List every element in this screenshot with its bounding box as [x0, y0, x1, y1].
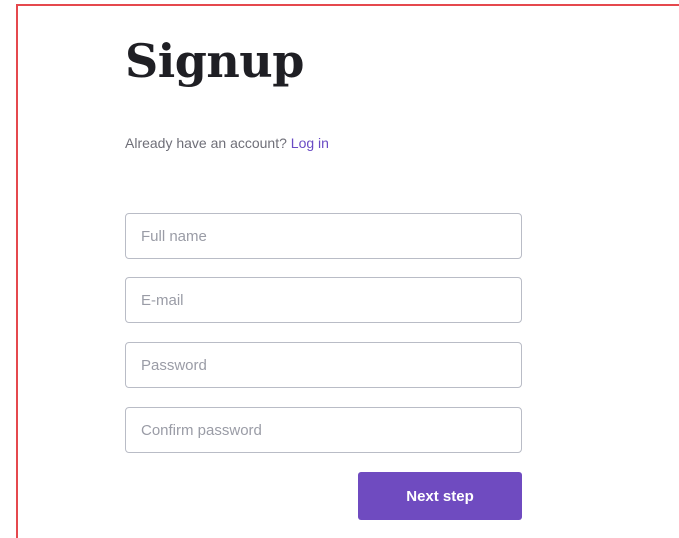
- full-name-input[interactable]: [125, 213, 522, 259]
- confirm-password-input[interactable]: [125, 407, 522, 453]
- next-step-button[interactable]: Next step: [358, 472, 522, 520]
- password-input[interactable]: [125, 342, 522, 388]
- page-frame: [16, 4, 679, 538]
- page-title: Signup: [125, 34, 304, 88]
- login-prompt: Already have an account? Log in: [125, 135, 329, 151]
- login-link[interactable]: Log in: [291, 135, 329, 151]
- email-input[interactable]: [125, 277, 522, 323]
- login-prompt-text: Already have an account?: [125, 135, 287, 151]
